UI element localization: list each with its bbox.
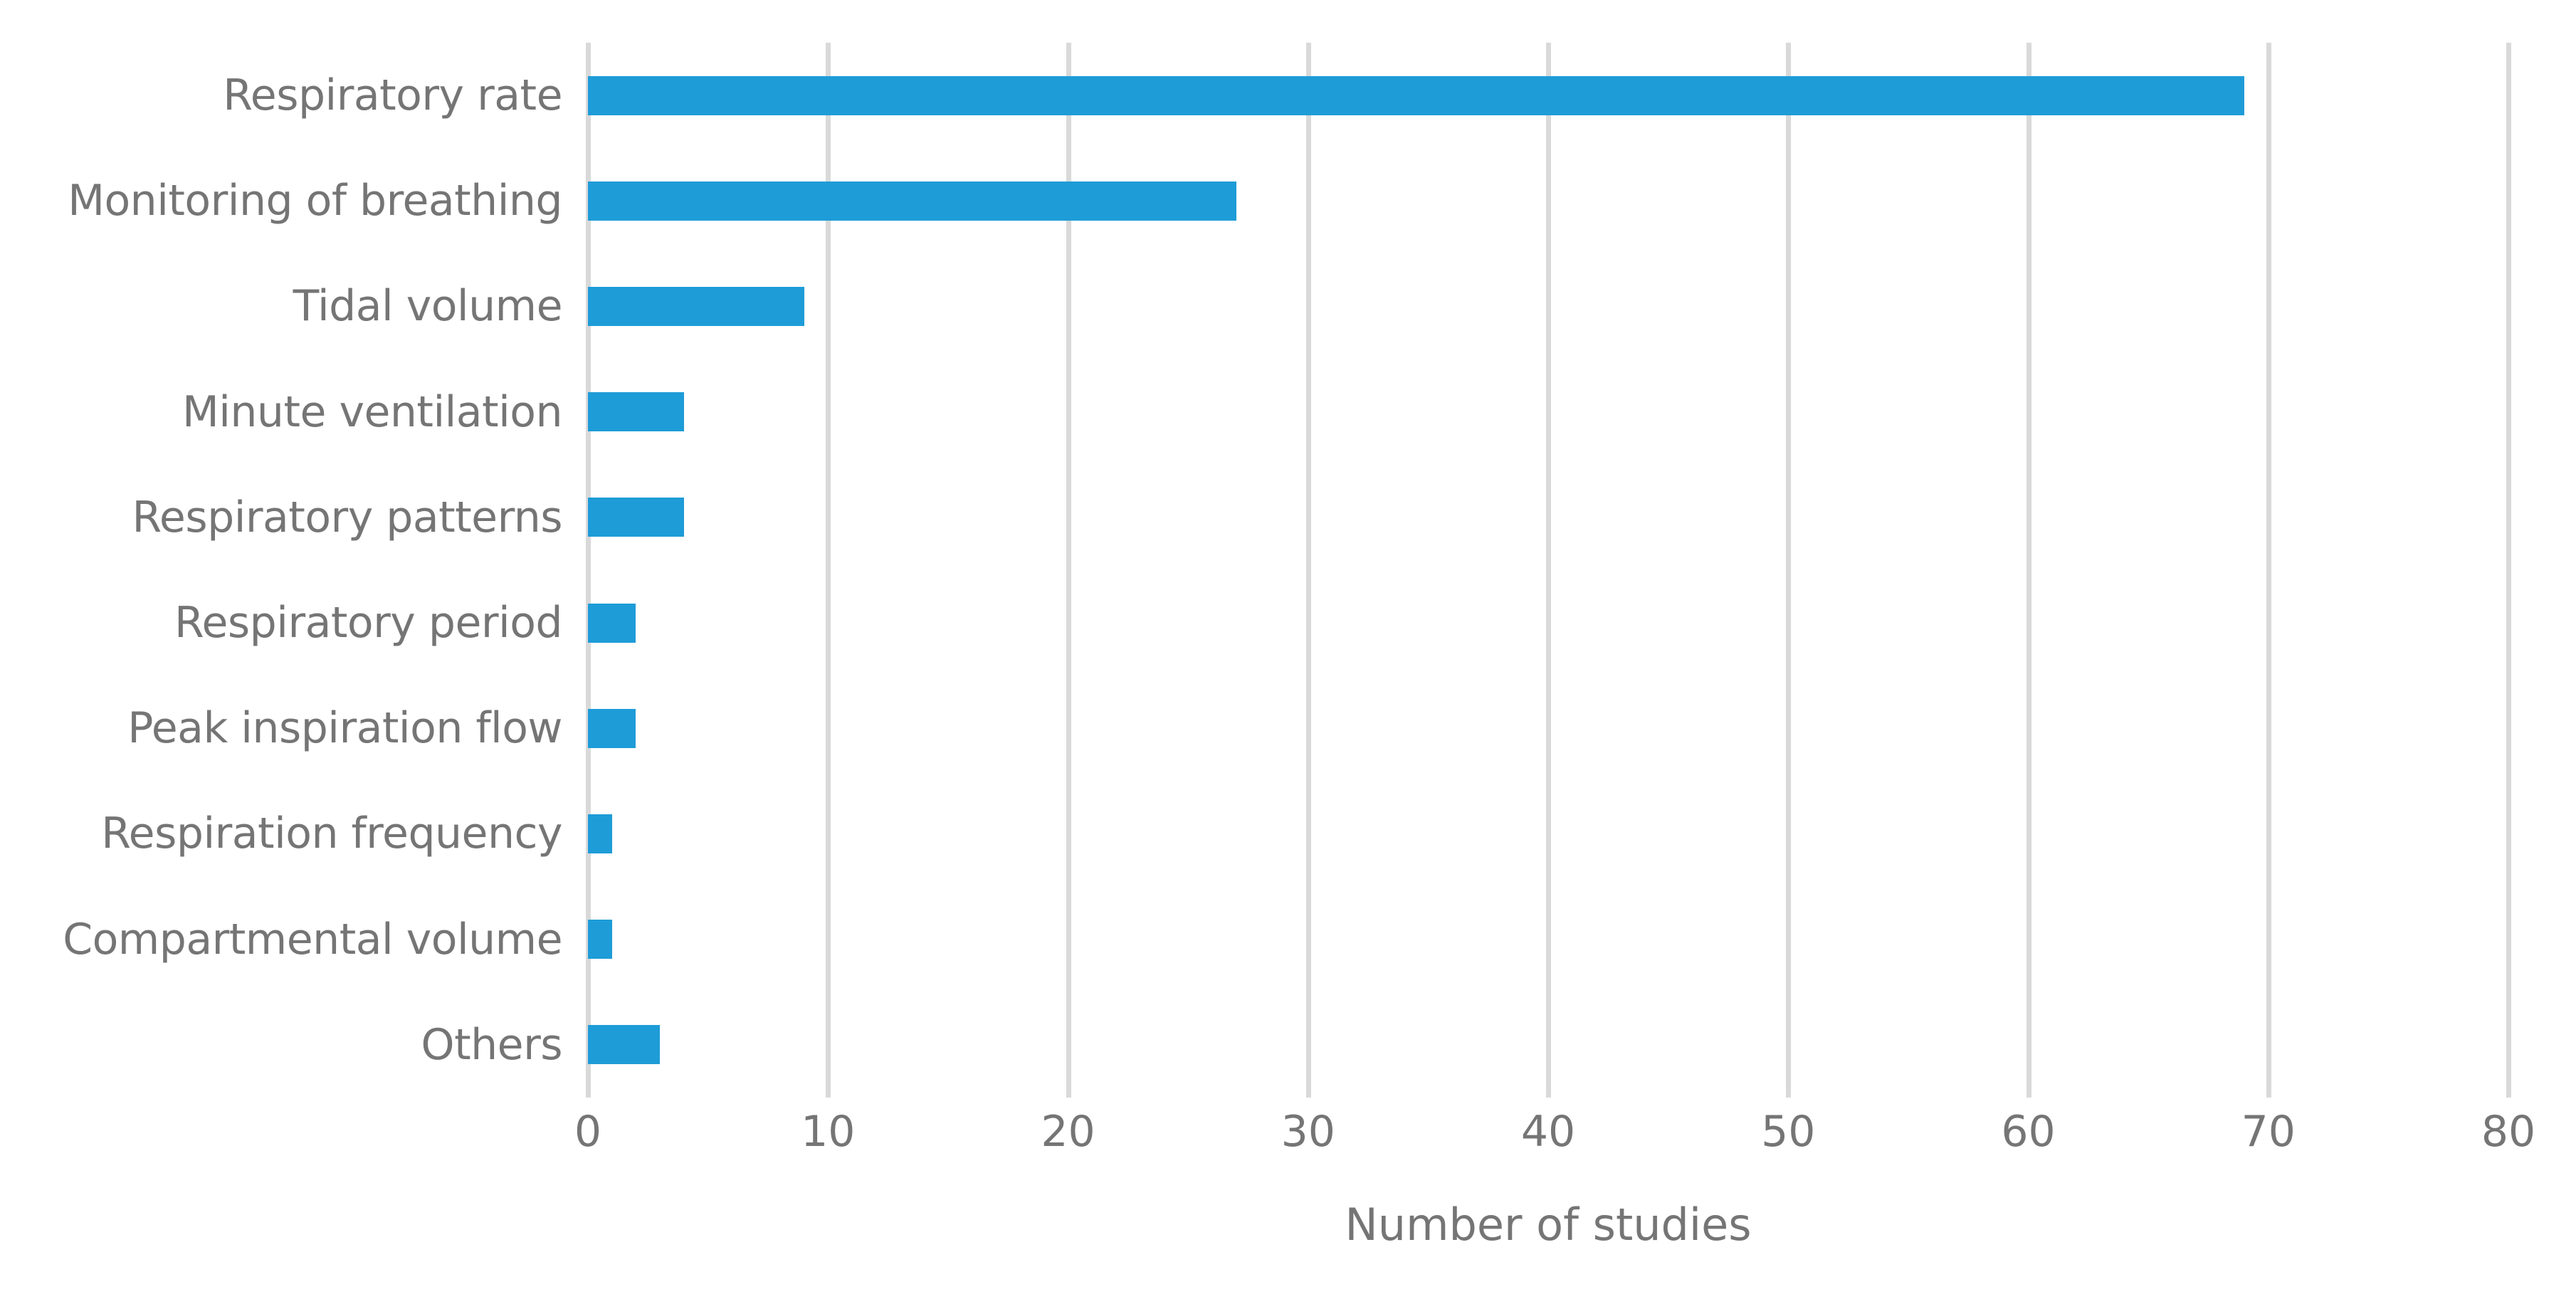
y-axis-label: Minute ventilation: [182, 387, 563, 437]
bar-row: [588, 887, 2508, 992]
y-axis-label: Respiratory period: [174, 598, 562, 648]
x-axis-tick-label: 50: [1761, 1107, 1816, 1157]
bar[interactable]: [588, 603, 636, 643]
x-axis-tick-label: 20: [1041, 1107, 1095, 1157]
bar-row: [588, 253, 2508, 359]
x-axis-tick-labels: 0 10 20 30 40 50 60 70 80: [574, 1107, 2535, 1174]
bar[interactable]: [588, 708, 636, 748]
x-axis-tick-label: 70: [2241, 1107, 2296, 1157]
x-axis-tick-label: 30: [1281, 1107, 1335, 1157]
bar-row: [588, 675, 2508, 781]
x-axis-title: Number of studies: [1345, 1199, 1752, 1251]
bar[interactable]: [588, 181, 1236, 221]
bar-row: [588, 992, 2508, 1098]
x-axis-tick-label: 0: [574, 1107, 602, 1157]
y-axis-label: Others: [421, 1019, 562, 1070]
y-axis-label: Respiration frequency: [101, 809, 562, 859]
bar[interactable]: [588, 920, 612, 959]
bar-row: [588, 148, 2508, 253]
bar-row: [588, 570, 2508, 675]
bar[interactable]: [588, 498, 684, 537]
bar-row: [588, 43, 2508, 148]
bar[interactable]: [588, 75, 2245, 115]
y-axis-label: Compartmental volume: [63, 914, 562, 964]
bar[interactable]: [588, 286, 804, 326]
y-axis-label: Tidal volume: [293, 281, 563, 332]
y-axis-label: Respiratory patterns: [132, 492, 562, 542]
x-axis-tick-label: 80: [2481, 1107, 2536, 1157]
y-axis-label: Respiratory rate: [223, 70, 562, 121]
plot-area: [586, 43, 2511, 1098]
x-axis-tick-label: 40: [1520, 1107, 1576, 1157]
bar-row: [588, 781, 2508, 886]
y-axis-label: Monitoring of breathing: [68, 176, 562, 226]
y-axis-category-labels: Respiratory rate Monitoring of breathing T…: [0, 43, 562, 1098]
x-axis-tick-label: 60: [2001, 1107, 2056, 1157]
bar-row: [588, 359, 2508, 465]
bar[interactable]: [588, 814, 612, 853]
bar[interactable]: [588, 392, 684, 432]
bar-chart: Respiratory rate Monitoring of breathing T…: [0, 0, 2576, 1304]
y-axis-label: Peak inspiration flow: [127, 703, 562, 754]
bar[interactable]: [588, 1025, 661, 1065]
x-axis-tick-label: 10: [801, 1107, 856, 1157]
bars-layer: [588, 43, 2508, 1098]
bar-row: [588, 465, 2508, 570]
